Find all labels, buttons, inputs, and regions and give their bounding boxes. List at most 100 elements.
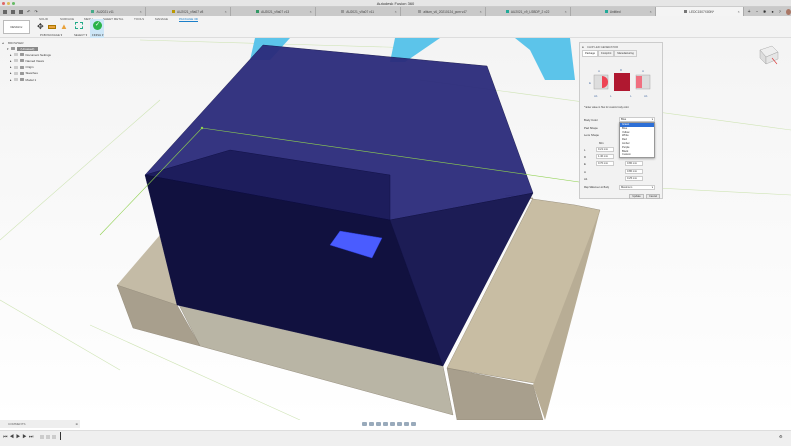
expand-icon[interactable]: ▸ bbox=[10, 78, 12, 82]
select-icon[interactable] bbox=[75, 22, 83, 29]
finish-check-icon[interactable]: ✓ bbox=[93, 21, 102, 30]
browser-root[interactable]: ▾ (Unsaved) bbox=[7, 46, 39, 51]
close-tab-icon[interactable]: × bbox=[225, 10, 227, 14]
document-tab[interactable]: LEDC1507X80N* × bbox=[655, 7, 744, 16]
3d-viewport[interactable] bbox=[0, 38, 791, 420]
redo-icon[interactable]: ↷ bbox=[34, 9, 37, 14]
timeline-feature-icon[interactable] bbox=[46, 435, 50, 439]
pcb-footprint-icon[interactable] bbox=[48, 25, 56, 29]
document-tab[interactable]: AU2021_v9a07 v8 × bbox=[146, 7, 231, 16]
notifications-icon[interactable]: ● bbox=[771, 9, 773, 14]
tab-label: AU2021_v9a07 v13 bbox=[261, 9, 290, 14]
param-max-input[interactable]: 0.25 mm bbox=[625, 175, 643, 181]
close-tab-icon[interactable]: × bbox=[565, 10, 567, 14]
tab-tools[interactable]: TOOLS bbox=[134, 17, 144, 21]
pcb-package-menu[interactable]: PCB PACKAGE ▾ bbox=[40, 33, 62, 37]
visibility-icon[interactable] bbox=[13, 65, 18, 69]
document-tab[interactable]: Untitled × bbox=[571, 7, 656, 16]
display-settings-icon[interactable] bbox=[397, 422, 402, 426]
workspace-switcher[interactable]: DESIGN ▾ bbox=[3, 20, 30, 34]
param-max-input[interactable]: 0.80 mm bbox=[625, 168, 643, 174]
timeline-feature-icon[interactable] bbox=[40, 435, 44, 439]
visibility-icon[interactable] bbox=[10, 47, 15, 50]
save-icon[interactable] bbox=[19, 9, 23, 14]
document-tab[interactable]: AU2021_v9a07 v11 × bbox=[316, 7, 401, 16]
orbit-icon[interactable] bbox=[362, 422, 367, 426]
zoom-icon[interactable] bbox=[383, 422, 388, 426]
timeline-playback-controls[interactable]: ⏮◀▶▶⏭ bbox=[3, 434, 35, 440]
visibility-icon[interactable] bbox=[13, 59, 18, 63]
grid-settings-icon[interactable] bbox=[404, 422, 409, 426]
tab-package-3d[interactable]: PACKAGE 3D bbox=[179, 17, 198, 22]
tab-label: Untitled bbox=[609, 9, 621, 14]
package-icon[interactable]: ▲ bbox=[60, 22, 68, 31]
document-tab[interactable]: AU2021 v11 × bbox=[61, 7, 146, 16]
update-button[interactable]: Update bbox=[629, 194, 644, 199]
dialog-collapse-icon[interactable]: ● bbox=[582, 45, 584, 49]
finish-menu[interactable]: FINISH ▾ bbox=[92, 33, 103, 37]
expand-icon[interactable]: ▸ bbox=[10, 65, 12, 69]
browser-item[interactable]: ▸ Document Settings bbox=[10, 52, 51, 57]
close-tab-icon[interactable]: × bbox=[738, 10, 740, 14]
undo-icon[interactable]: ↶ bbox=[27, 9, 30, 14]
close-tab-icon[interactable]: × bbox=[480, 10, 482, 14]
extensions-icon[interactable]: ✱ bbox=[763, 9, 766, 14]
fit-icon[interactable] bbox=[390, 422, 395, 426]
tab-manage[interactable]: MANAGE bbox=[155, 17, 168, 21]
move-icon[interactable]: ✥ bbox=[37, 22, 44, 31]
look-at-icon[interactable] bbox=[369, 422, 374, 426]
color-option[interactable]: Custom bbox=[620, 153, 654, 157]
job-status-icon[interactable]: ◔ bbox=[756, 9, 758, 14]
sketch-point[interactable] bbox=[200, 126, 204, 130]
param-max-input[interactable]: 0.80 mm bbox=[625, 161, 643, 167]
min-header: Min bbox=[599, 141, 604, 145]
cancel-button[interactable]: Cancel bbox=[646, 194, 660, 199]
expand-icon[interactable]: ▸ bbox=[10, 53, 12, 57]
tab-sheet-metal[interactable]: SHEET METAL bbox=[103, 17, 124, 21]
dialog-tab-package[interactable]: Package bbox=[582, 50, 599, 57]
document-tab[interactable]: altium_v6_20210124_pcm v47 × bbox=[401, 7, 486, 16]
timeline-feature-icon[interactable] bbox=[52, 435, 56, 439]
document-tab[interactable]: AU2021_v9a07 v13 × bbox=[231, 7, 316, 16]
param-label: D bbox=[584, 155, 587, 160]
tab-solid[interactable]: SOLID bbox=[39, 17, 48, 21]
data-panel-icon[interactable] bbox=[3, 9, 7, 14]
param-min-input[interactable]: 1.40 mm bbox=[596, 154, 614, 160]
expand-icon[interactable]: ▸ bbox=[10, 59, 12, 63]
expand-icon[interactable]: ▸ bbox=[10, 71, 12, 75]
close-tab-icon[interactable]: × bbox=[650, 10, 652, 14]
comments-panel[interactable]: COMMENTS ⊕ bbox=[0, 420, 80, 428]
timeline: ⏮◀▶▶⏭ ⚙ bbox=[0, 430, 791, 446]
pan-icon[interactable] bbox=[376, 422, 381, 426]
browser-item[interactable]: ▸ Named Views bbox=[10, 58, 44, 63]
viewports-icon[interactable] bbox=[411, 422, 416, 426]
timeline-marker[interactable] bbox=[60, 432, 61, 440]
close-tab-icon[interactable]: × bbox=[395, 10, 397, 14]
timeline-settings-icon[interactable]: ⚙ bbox=[779, 434, 783, 439]
visibility-icon[interactable] bbox=[13, 78, 18, 82]
visibility-icon[interactable] bbox=[13, 53, 18, 56]
dialog-tab-manufacturing[interactable]: Manufacturing bbox=[614, 50, 637, 57]
tab-surface[interactable]: SURFACE bbox=[60, 17, 74, 21]
file-icon[interactable] bbox=[11, 9, 15, 14]
browser-item[interactable]: ▸ Model 1 bbox=[10, 77, 36, 82]
document-icon bbox=[604, 10, 608, 13]
silkscreen-select[interactable]: Maximum ▾ bbox=[619, 185, 655, 190]
browser-toggle-icon[interactable]: ◂ bbox=[2, 41, 4, 45]
browser-item[interactable]: ▸ Sketches bbox=[10, 71, 38, 76]
close-tab-icon[interactable]: × bbox=[140, 10, 142, 14]
dialog-tab-footprint[interactable]: Footprint bbox=[598, 50, 615, 57]
help-icon[interactable]: ? bbox=[779, 9, 781, 14]
param-label: L bbox=[584, 148, 586, 152]
document-tab[interactable]: AU2021_v9_LSBDP_2 v22 × bbox=[486, 7, 571, 16]
param-min-input[interactable]: 0.70 mm bbox=[596, 161, 614, 167]
select-menu[interactable]: SELECT ▾ bbox=[74, 33, 87, 37]
close-tab-icon[interactable]: × bbox=[310, 10, 312, 14]
browser-item[interactable]: ▸ Origin bbox=[10, 65, 34, 70]
visibility-icon[interactable] bbox=[13, 71, 18, 75]
document-icon bbox=[172, 10, 175, 13]
avatar[interactable] bbox=[785, 8, 791, 15]
new-tab-button[interactable]: + bbox=[748, 9, 751, 15]
param-min-input[interactable]: 0.21 mm bbox=[596, 147, 614, 152]
dialog-title: CHIP LED GENERATOR bbox=[587, 45, 619, 49]
